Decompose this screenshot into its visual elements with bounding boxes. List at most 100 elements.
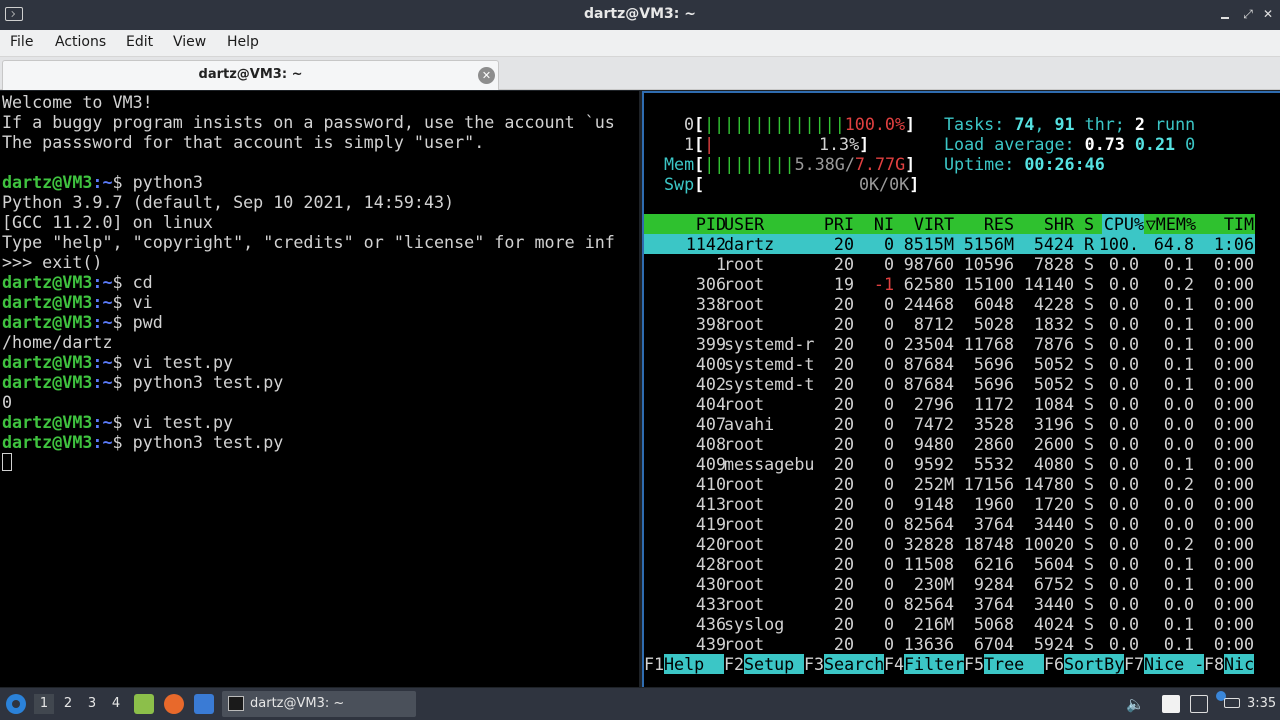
process-row[interactable]: 419 root 20 0 82564 3764 3440 S 0.0 0.0 0:00 bbox=[644, 514, 1255, 534]
process-pri: 20 bbox=[833, 634, 854, 654]
menu-bar: File Actions Edit View Help bbox=[0, 30, 1280, 57]
prompt-command: $ pwd bbox=[112, 312, 163, 332]
cpu1-meter: 1[| 1.3%] bbox=[684, 134, 869, 154]
process-row[interactable]: 399 systemd-r 20 0 23504 11768 7876 S 0.0 0.1 0:00 bbox=[644, 334, 1255, 354]
prompt-user: dartz@VM3 bbox=[2, 272, 93, 292]
workspace-2[interactable]: 2 bbox=[58, 694, 78, 714]
process-pid: 338 bbox=[695, 294, 726, 314]
process-row[interactable]: 407 avahi 20 0 7472 3528 3196 S 0.0 0.0 0:00 bbox=[644, 414, 1255, 434]
fkey-filter-button[interactable]: Filter bbox=[904, 654, 964, 674]
process-user: root bbox=[724, 574, 765, 594]
process-shr: 3440 bbox=[1033, 514, 1074, 534]
volume-icon[interactable]: 🔈 bbox=[1126, 695, 1145, 713]
column-header[interactable]: RES bbox=[954, 214, 1014, 234]
process-cpu: 0.0 bbox=[1108, 614, 1139, 634]
process-pid: 398 bbox=[695, 314, 726, 334]
process-user: root bbox=[724, 294, 765, 314]
column-header[interactable]: S bbox=[1084, 214, 1096, 234]
process-pri: 19 bbox=[833, 274, 854, 294]
terminal-line: dartz@VM3:~$ vi test.py bbox=[2, 412, 615, 432]
process-row[interactable]: 409 messagebu 20 0 9592 5532 4080 S 0.0 0.1 0:00 bbox=[644, 454, 1255, 474]
process-row[interactable]: 428 root 20 0 11508 6216 5604 S 0.0 0.1 0:00 bbox=[644, 554, 1255, 574]
process-row[interactable]: 398 root 20 0 8712 5028 1832 S 0.0 0.1 0:00 bbox=[644, 314, 1255, 334]
process-pid: 430 bbox=[695, 574, 726, 594]
close-icon[interactable]: ✕ bbox=[1260, 6, 1276, 22]
column-header[interactable]: ▽MEM% bbox=[1144, 214, 1196, 234]
htop-view: 0[||||||||||||||100.0%] 1[| 1.3%] Mem[|||… bbox=[644, 93, 1280, 674]
menu-view[interactable]: View bbox=[173, 34, 206, 50]
minimize-icon[interactable] bbox=[1218, 6, 1234, 22]
maximize-icon[interactable]: ⤢ bbox=[1240, 6, 1256, 22]
process-row[interactable]: 410 root 20 0 252M 17156 14780 S 0.0 0.2 0:00 bbox=[644, 474, 1255, 494]
process-row[interactable]: 1 root 20 0 98760 10596 7828 S 0.0 0.1 0:00 bbox=[644, 254, 1255, 274]
process-row[interactable]: 413 root 20 0 9148 1960 1720 S 0.0 0.0 0:00 bbox=[644, 494, 1255, 514]
fkey-search-button[interactable]: Search bbox=[824, 654, 884, 674]
process-pri: 20 bbox=[833, 294, 854, 314]
column-header[interactable]: NI bbox=[854, 214, 894, 234]
process-ni: 0 bbox=[883, 634, 894, 654]
cpu0-meter: 0[||||||||||||||100.0%] bbox=[684, 114, 915, 134]
process-cpu: 0.0 bbox=[1108, 634, 1139, 654]
process-row[interactable]: 404 root 20 0 2796 1172 1084 S 0.0 0.0 0:00 bbox=[644, 394, 1255, 414]
workspace-3[interactable]: 3 bbox=[82, 694, 102, 714]
fkey-setup-button[interactable]: Setup bbox=[744, 654, 804, 674]
column-header[interactable]: CPU% bbox=[1102, 214, 1144, 234]
workspace-4[interactable]: 4 bbox=[106, 694, 126, 714]
process-row[interactable]: 430 root 20 0 230M 9284 6752 S 0.0 0.1 0:00 bbox=[644, 574, 1255, 594]
workspace-1[interactable]: 1 bbox=[34, 694, 54, 714]
column-header[interactable]: USER bbox=[724, 214, 819, 234]
start-menu-icon[interactable] bbox=[6, 694, 26, 714]
fkey-tree-button[interactable]: Tree bbox=[984, 654, 1044, 674]
process-mem: 64.8 bbox=[1153, 234, 1194, 254]
menu-help[interactable]: Help bbox=[227, 34, 259, 50]
fkey-help-button[interactable]: Help bbox=[664, 654, 724, 674]
process-res: 3764 bbox=[973, 594, 1014, 614]
process-row[interactable]: 402 systemd-t 20 0 87684 5696 5052 S 0.0 0.1 0:00 bbox=[644, 374, 1255, 394]
prompt-path: :~ bbox=[92, 312, 113, 332]
firefox-icon[interactable] bbox=[164, 694, 184, 714]
column-header[interactable]: PID bbox=[666, 214, 726, 234]
tab-close-icon[interactable]: ✕ bbox=[478, 67, 495, 84]
process-row[interactable]: 439 root 20 0 13636 6704 5924 S 0.0 0.1 0:00 bbox=[644, 634, 1255, 654]
menu-file[interactable]: File bbox=[10, 34, 33, 50]
process-row[interactable]: 408 root 20 0 9480 2860 2600 S 0.0 0.0 0:00 bbox=[644, 434, 1255, 454]
process-time: 0:00 bbox=[1213, 354, 1254, 374]
terminal-pane-left[interactable]: Welcome to VM3! If a buggy program insist… bbox=[0, 91, 639, 687]
fkey-number: F1 bbox=[644, 654, 665, 674]
column-header[interactable]: SHR bbox=[1014, 214, 1074, 234]
terminal-pane-right-htop[interactable]: 0[||||||||||||||100.0%] 1[| 1.3%] Mem[|||… bbox=[642, 91, 1280, 687]
fkey-nice-button[interactable]: Nice - bbox=[1144, 654, 1204, 674]
clipboard-icon[interactable] bbox=[1162, 695, 1180, 713]
process-row[interactable]: 306 root 19 -1 62580 15100 14140 S 0.0 0.2 0:00 bbox=[644, 274, 1255, 294]
process-row[interactable]: 400 systemd-t 20 0 87684 5696 5052 S 0.0 0.1 0:00 bbox=[644, 354, 1255, 374]
monitor-icon[interactable] bbox=[1190, 695, 1208, 713]
process-row[interactable]: 420 root 20 0 32828 18748 10020 S 0.0 0.2 0:00 bbox=[644, 534, 1255, 554]
menu-actions[interactable]: Actions bbox=[55, 34, 106, 50]
terminal-line: If a buggy program insists on a password… bbox=[2, 112, 615, 132]
terminal-line: dartz@VM3:~$ python3 test.py bbox=[2, 432, 615, 452]
fkey-sortby-button[interactable]: SortBy bbox=[1064, 654, 1124, 674]
column-header[interactable]: TIM bbox=[1214, 214, 1254, 234]
fkey-nic-button[interactable]: Nic bbox=[1224, 654, 1254, 674]
process-virt: 8515M bbox=[903, 234, 954, 254]
tab-terminal[interactable]: dartz@VM3: ~ ✕ bbox=[2, 60, 499, 90]
process-pri: 20 bbox=[833, 614, 854, 634]
column-header[interactable]: VIRT bbox=[894, 214, 954, 234]
column-header[interactable]: PRI bbox=[814, 214, 854, 234]
process-row[interactable]: 433 root 20 0 82564 3764 3440 S 0.0 0.0 0:00 bbox=[644, 594, 1255, 614]
process-time: 0:00 bbox=[1213, 414, 1254, 434]
menu-edit[interactable]: Edit bbox=[126, 34, 153, 50]
process-user: root bbox=[724, 594, 765, 614]
process-user: root bbox=[724, 474, 765, 494]
task-terminal-button[interactable]: dartz@VM3: ~ bbox=[222, 691, 416, 717]
process-row[interactable]: 1142 dartz 20 0 8515M 5156M 5424 R 100. 64.8 1:06 bbox=[644, 234, 1255, 254]
battery-icon[interactable] bbox=[1224, 698, 1240, 708]
show-desktop-icon[interactable] bbox=[194, 694, 214, 714]
file-manager-icon[interactable] bbox=[134, 694, 154, 714]
process-row[interactable]: 338 root 20 0 24468 6048 4228 S 0.0 0.1 0:00 bbox=[644, 294, 1255, 314]
prompt-path: :~ bbox=[92, 372, 113, 392]
process-row[interactable]: 436 syslog 20 0 216M 5068 4024 S 0.0 0.1 0:00 bbox=[644, 614, 1255, 634]
process-time: 0:00 bbox=[1213, 374, 1254, 394]
process-shr: 6752 bbox=[1033, 574, 1074, 594]
process-pid: 399 bbox=[695, 334, 726, 354]
